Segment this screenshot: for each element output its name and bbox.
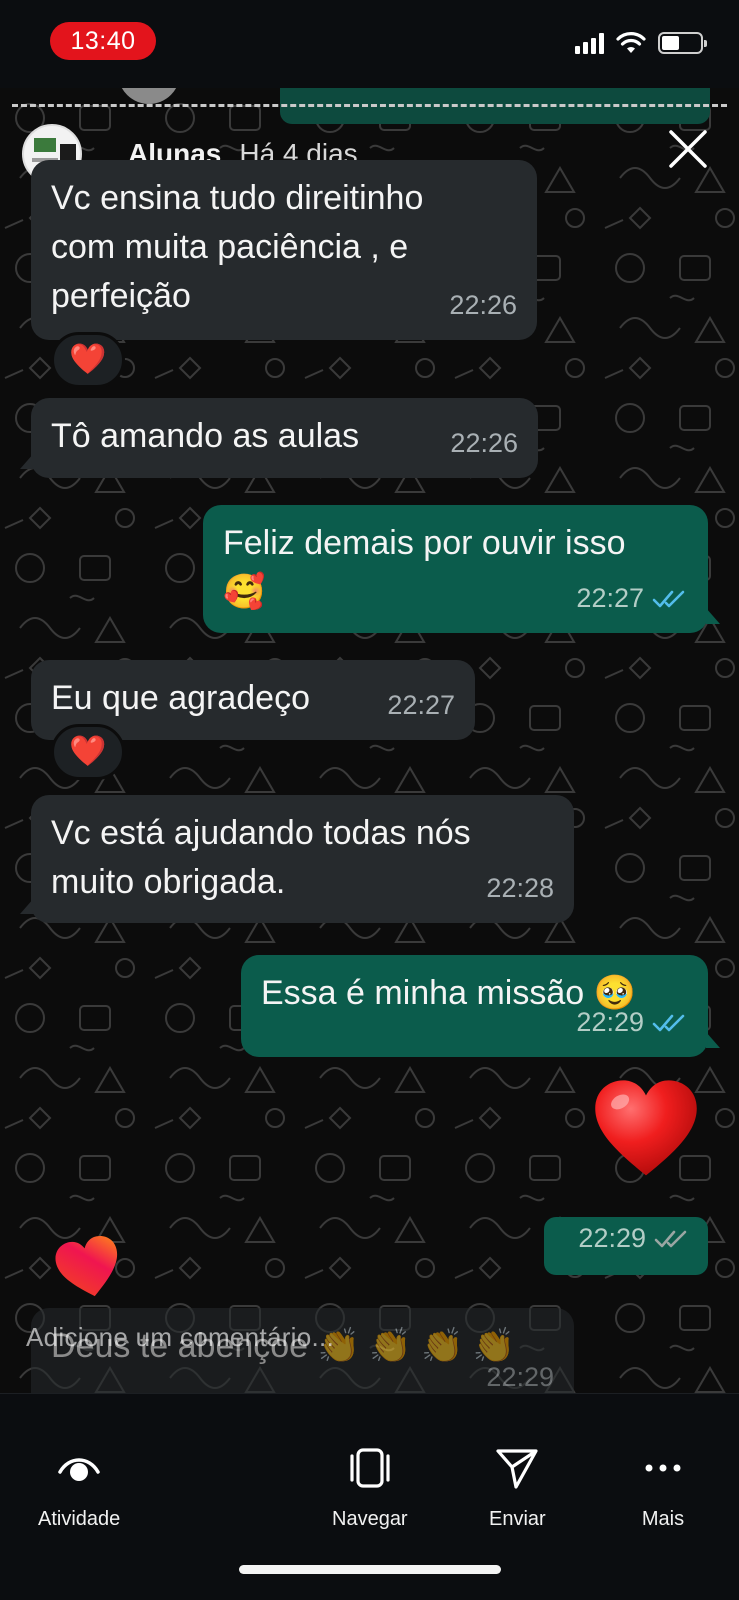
message-reaction[interactable]: ❤️ (51, 724, 125, 780)
message-text-line: Tô amando as aulas (51, 417, 360, 455)
send-paper-plane-icon (493, 1444, 541, 1492)
heart-reaction-icon: ❤️ (69, 735, 107, 768)
sticker-time-badge: 22:29 (544, 1217, 708, 1275)
message-outgoing: Essa é minha missão 🥹 22:29 (241, 955, 708, 1057)
status-bar: 13:40 (0, 0, 739, 88)
more-button[interactable]: Mais (639, 1444, 687, 1531)
message-incoming: Tô amando as aulas 22:26 (31, 398, 538, 478)
home-indicator[interactable] (239, 1565, 501, 1574)
message-text-line: com muita paciência , e (51, 228, 409, 266)
bubble-tail (706, 1032, 720, 1048)
message-time: 22:29 (486, 1362, 554, 1392)
message-incoming: Vc ensina tudo direitinho com muita paci… (31, 160, 537, 340)
status-icons (575, 32, 707, 54)
delivered-ticks-icon (654, 1230, 687, 1247)
red-heart-sticker (595, 1080, 697, 1176)
read-ticks-icon (652, 1014, 685, 1031)
message-text-line: muito obrigada. (51, 863, 286, 901)
message-time: 22:28 (486, 873, 554, 903)
browse-cards-icon (346, 1444, 394, 1492)
bubble-tail (706, 608, 720, 624)
message-time: 22:26 (450, 428, 518, 458)
message-time-status: 22:29 (576, 998, 688, 1047)
message-time: 22:29 (578, 1223, 646, 1253)
story-progress-bar (12, 104, 727, 108)
message-time: 22:27 (576, 583, 644, 613)
close-icon[interactable] (667, 128, 709, 170)
send-label: Enviar (489, 1508, 546, 1530)
wifi-icon (616, 32, 646, 53)
browse-label: Navegar (332, 1508, 408, 1530)
message-time: 22:26 (449, 290, 517, 320)
browse-button[interactable]: Navegar (332, 1444, 408, 1531)
heart-reaction-icon: ❤️ (69, 343, 107, 376)
send-button[interactable]: Enviar (489, 1444, 546, 1531)
activity-label: Atividade (38, 1508, 121, 1530)
comment-input[interactable]: Adicione um comentário... (26, 1322, 334, 1353)
message-text-line: perfeição (51, 277, 191, 315)
read-ticks-icon (652, 590, 685, 607)
more-dots-icon (639, 1444, 687, 1492)
message-reaction[interactable]: ❤️ (51, 332, 125, 388)
status-time: 13:40 (50, 22, 156, 60)
message-time-status: 22:29 (578, 1214, 690, 1263)
message-time-status: 22:27 (576, 574, 688, 623)
message-text-line: Feliz demais por ouvir isso (223, 524, 626, 562)
message-incoming: Vc está ajudando todas nós muito obrigad… (31, 795, 574, 923)
message-text-line: Vc ensina tudo direitinho (51, 179, 424, 217)
story-viewer[interactable]: Alunas Há 4 dias Vc ensina tudo direitin… (0, 88, 739, 1393)
like-heart-icon[interactable] (50, 1230, 128, 1308)
battery-icon (658, 32, 707, 54)
cellular-signal-icon (575, 32, 604, 54)
message-text-line: Vc está ajudando todas nós (51, 814, 471, 852)
message-outgoing: Feliz demais por ouvir isso 🥰 22:27 (203, 505, 708, 633)
message-time: 22:29 (576, 1007, 644, 1037)
activity-eye-icon (55, 1444, 103, 1492)
more-label: Mais (641, 1508, 685, 1530)
activity-button[interactable]: Atividade (38, 1444, 120, 1531)
message-time: 22:27 (387, 690, 455, 720)
